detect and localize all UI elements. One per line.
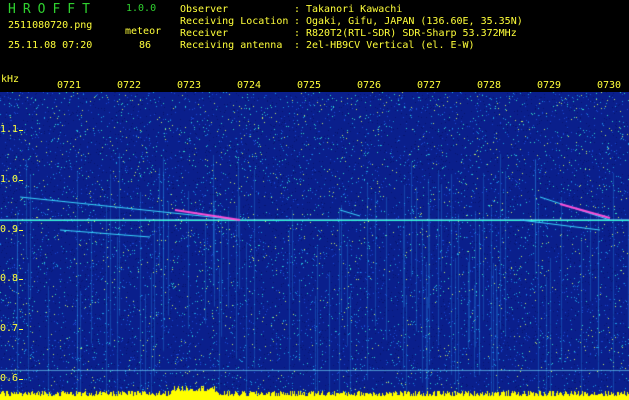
info-colon: : [294,28,301,39]
info-label-observer: Observer [180,4,229,15]
info-value-receiver: R820T2(RTL-SDR) SDR-Sharp 53.372MHz [306,28,517,39]
y-tick-mark [19,180,23,181]
y-tick-mark [19,230,23,231]
info-label-antenna: Receiving antenna [180,40,283,51]
y-tick-label: 0.9 [0,224,19,235]
info-label-location: Receiving Location [180,16,289,27]
y-tick-mark [19,329,23,330]
meteor-count: 86 [139,40,152,51]
info-value-observer: Takanori Kawachi [306,4,403,15]
file-name: 2511080720.png [8,20,93,31]
x-tick-label: 0721 [57,80,82,91]
y-tick-mark [19,379,23,380]
x-tick-label: 0728 [477,80,502,91]
app-title: HROFFT [8,2,97,17]
mode-label: meteor [125,26,162,37]
info-colon: : [294,4,301,15]
x-tick-label: 0730 [597,80,622,91]
x-tick-label: 0723 [177,80,202,91]
y-tick-label: 1.1 [0,124,19,135]
x-tick-label: 0725 [297,80,322,91]
date-time: 25.11.08 07:20 [8,40,93,51]
x-tick-label: 0729 [537,80,562,91]
app-version: 1.0.0 [126,3,157,14]
info-value-antenna: 2el-HB9CV Vertical (el. E-W) [306,40,475,51]
info-colon: : [294,40,301,51]
y-tick-label: 0.7 [0,323,19,334]
x-tick-label: 0724 [237,80,262,91]
info-colon: : [294,16,301,27]
info-value-location: Ogaki, Gifu, JAPAN (136.60E, 35.35N) [306,16,523,27]
info-label-receiver: Receiver [180,28,229,39]
y-tick-mark [19,130,23,131]
y-tick-label: 1.0 [0,174,19,185]
x-tick-label: 0722 [117,80,142,91]
spectrogram [0,92,629,400]
x-tick-label: 0726 [357,80,382,91]
y-tick-label: 0.6 [0,373,19,384]
x-tick-label: 0727 [417,80,442,91]
frequency-unit-label: kHz [1,74,20,85]
y-tick-mark [19,279,23,280]
y-tick-label: 0.8 [0,273,19,284]
